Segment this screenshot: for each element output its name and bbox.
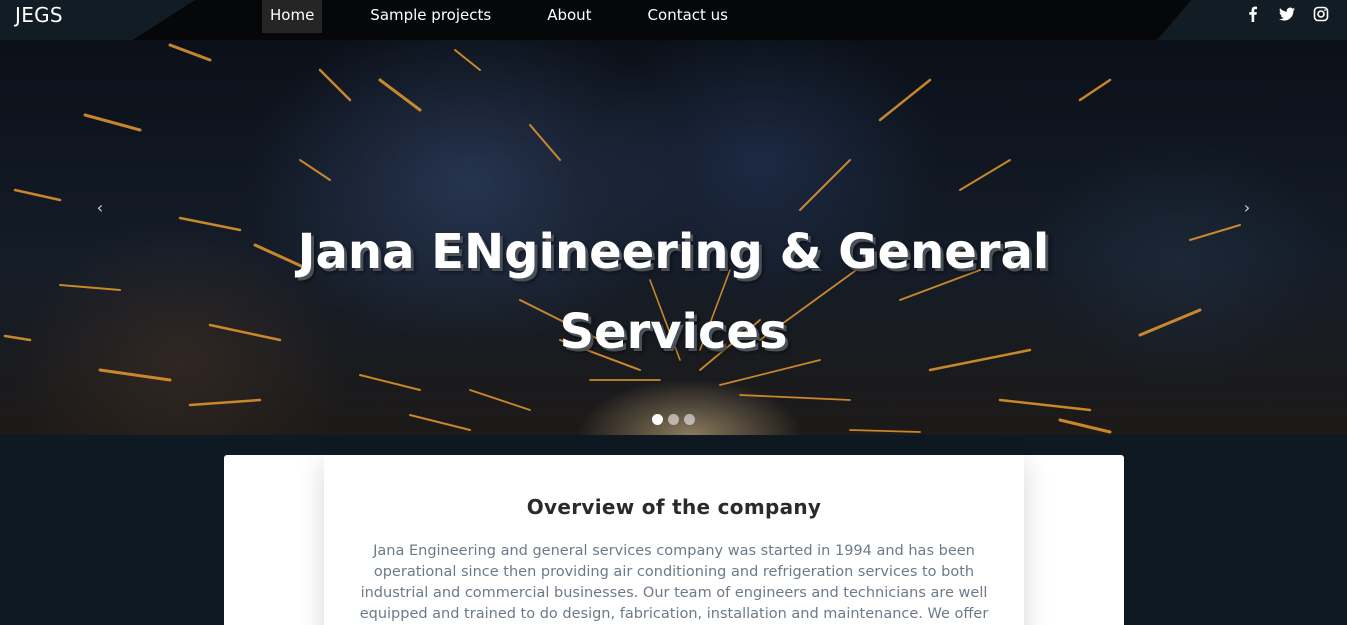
carousel-prev-button[interactable]: ‹ — [92, 198, 108, 218]
carousel-indicator-3[interactable] — [684, 414, 695, 425]
overview-card: Overview of the company Jana Engineering… — [224, 455, 1124, 625]
social-links — [1245, 6, 1329, 24]
carousel-indicator-1[interactable] — [652, 414, 663, 425]
overview-inner-panel: Overview of the company Jana Engineering… — [324, 455, 1024, 625]
hero-title: Jana ENgineering & General Services — [297, 224, 1050, 360]
overview-title: Overview of the company — [526, 495, 822, 519]
navbar: JEGS Home Sample projects About Contact … — [0, 0, 1347, 40]
instagram-icon[interactable] — [1313, 6, 1329, 24]
nav-link-sample-projects[interactable]: Sample projects — [362, 0, 499, 33]
twitter-icon[interactable] — [1279, 6, 1295, 24]
brand-logo[interactable]: JEGS — [15, 3, 63, 27]
carousel-next-button[interactable]: › — [1239, 198, 1255, 218]
nav-link-about[interactable]: About — [539, 0, 599, 33]
carousel-indicator-2[interactable] — [668, 414, 679, 425]
nav-link-contact-us[interactable]: Contact us — [640, 0, 736, 33]
overview-text: Jana Engineering and general services co… — [359, 543, 989, 622]
carousel-indicators — [652, 414, 695, 425]
nav-link-home[interactable]: Home — [262, 0, 323, 33]
nav-links: Home Sample projects About Contact us — [262, 0, 776, 33]
facebook-icon[interactable] — [1245, 6, 1261, 24]
hero-carousel: ‹ › Jana ENgineering & General Services — [0, 40, 1347, 435]
